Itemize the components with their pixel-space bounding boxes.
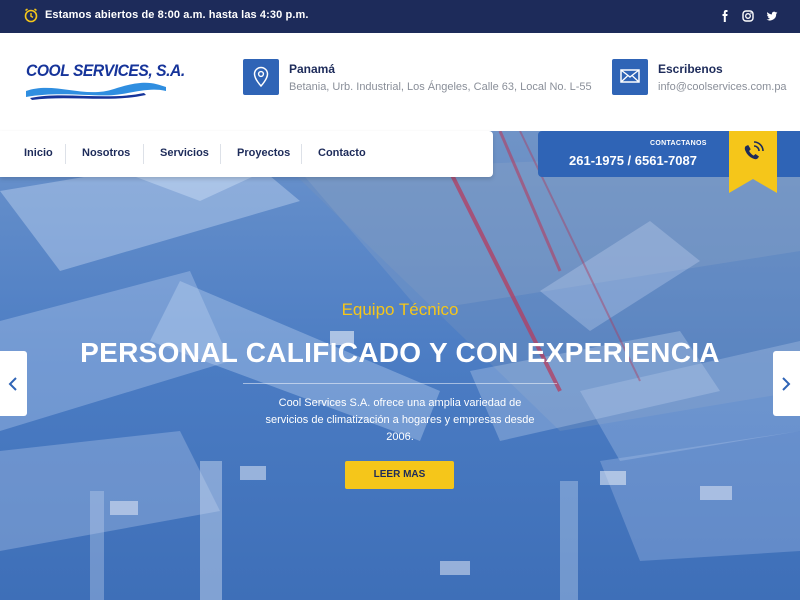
company-logo[interactable]: COOL SERVICES, S.A. bbox=[24, 59, 185, 103]
top-bar: Estamos abiertos de 8:00 a.m. hasta las … bbox=[0, 0, 800, 33]
nav-item-inicio[interactable]: Inicio bbox=[24, 147, 53, 159]
main-nav: Inicio Nosotros Servicios Proyectos Cont… bbox=[0, 131, 493, 177]
logo-text: COOL SERVICES, S.A. bbox=[26, 61, 185, 80]
chevron-left-icon bbox=[8, 377, 17, 391]
mail-address[interactable]: info@coolservices.com.pa bbox=[658, 81, 787, 93]
location-title: Panamá bbox=[289, 62, 336, 76]
twitter-icon[interactable] bbox=[765, 9, 779, 23]
alarm-clock-icon bbox=[23, 7, 39, 23]
facebook-icon[interactable] bbox=[718, 9, 732, 23]
read-more-button[interactable]: LEER MAS bbox=[345, 461, 454, 489]
chevron-right-icon bbox=[782, 377, 791, 391]
nav-divider bbox=[143, 144, 144, 164]
mail-title: Escribenos bbox=[658, 62, 723, 76]
nav-divider bbox=[220, 144, 221, 164]
nav-item-contacto[interactable]: Contacto bbox=[318, 147, 366, 159]
envelope-icon bbox=[620, 69, 640, 83]
nav-item-proyectos[interactable]: Proyectos bbox=[237, 147, 290, 159]
phone-ribbon-icon[interactable] bbox=[729, 131, 777, 193]
slider-prev-button[interactable] bbox=[0, 351, 27, 416]
map-pin-icon bbox=[253, 66, 269, 88]
location-address: Betania, Urb. Industrial, Los Ángeles, C… bbox=[289, 81, 592, 93]
nav-item-servicios[interactable]: Servicios bbox=[160, 147, 209, 159]
hero-title: PERSONAL CALIFICADO Y CON EXPERIENCIA bbox=[80, 337, 720, 368]
hero-description: Cool Services S.A. ofrece una amplia var… bbox=[265, 397, 535, 443]
hero-divider bbox=[243, 383, 557, 384]
contact-label: CONTACTANOS bbox=[650, 140, 707, 147]
nav-item-nosotros[interactable]: Nosotros bbox=[82, 147, 130, 159]
contact-phones[interactable]: 261-1975 / 6561-7087 bbox=[569, 153, 697, 168]
logo-wave-icon bbox=[26, 82, 166, 100]
location-icon-box bbox=[243, 59, 279, 95]
hero-subtitle: Equipo Técnico bbox=[341, 300, 459, 319]
nav-divider bbox=[301, 144, 302, 164]
header: COOL SERVICES, S.A. Panamá Betania, Urb.… bbox=[0, 33, 800, 131]
opening-hours: Estamos abiertos de 8:00 a.m. hasta las … bbox=[45, 9, 309, 21]
slider-next-button[interactable] bbox=[773, 351, 800, 416]
nav-divider bbox=[65, 144, 66, 164]
instagram-icon[interactable] bbox=[741, 9, 755, 23]
mail-icon-box bbox=[612, 59, 648, 95]
